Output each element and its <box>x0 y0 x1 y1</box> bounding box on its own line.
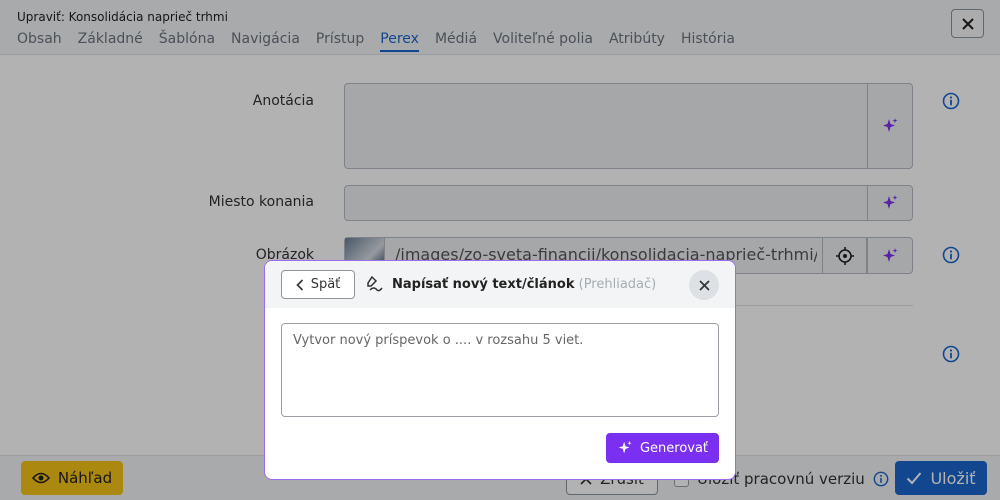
back-button[interactable]: Späť <box>281 270 355 299</box>
ai-write-dialog: Späť Napísať nový text/článok (Prehliada… <box>264 260 736 480</box>
generate-button[interactable]: Generovať <box>606 433 719 463</box>
dialog-subtitle: (Prehliadač) <box>578 277 657 292</box>
pen-write-icon <box>367 276 383 292</box>
sparkle-icon <box>618 440 632 454</box>
back-label: Späť <box>310 277 341 292</box>
dialog-close-button[interactable] <box>689 270 719 300</box>
dialog-title-text: Napísať nový text/článok <box>392 277 575 292</box>
chevron-left-icon <box>296 278 303 291</box>
prompt-input[interactable] <box>281 323 719 417</box>
dialog-title: Napísať nový text/článok (Prehliadač) <box>392 277 656 292</box>
generate-label: Generovať <box>639 440 709 456</box>
dialog-header: Späť Napísať nový text/článok (Prehliada… <box>265 261 735 308</box>
close-icon <box>698 279 710 291</box>
